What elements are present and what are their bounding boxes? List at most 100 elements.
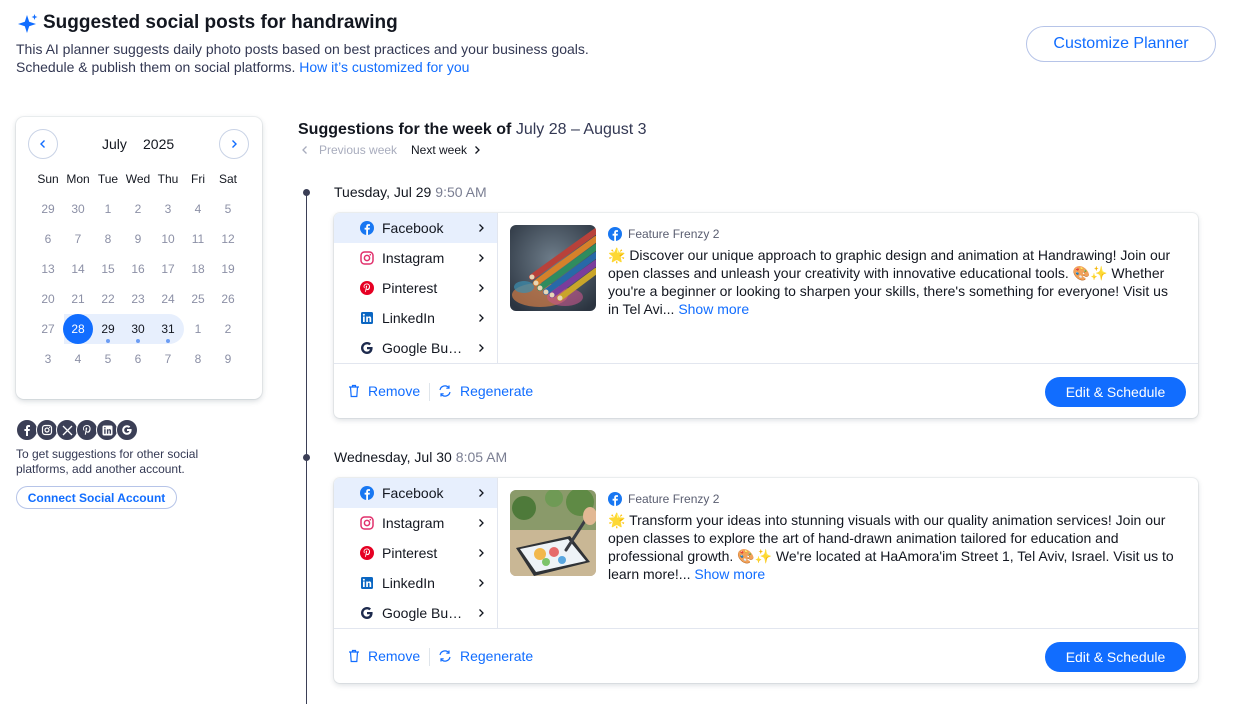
calendar-day[interactable]: 9 bbox=[213, 344, 243, 374]
calendar-day[interactable]: 26 bbox=[213, 284, 243, 314]
chevron-right-icon bbox=[475, 146, 480, 154]
platform-item-linkedin[interactable]: LinkedIn bbox=[334, 303, 497, 333]
post-image-pencils[interactable] bbox=[510, 225, 596, 311]
calendar-day[interactable]: 29 bbox=[93, 314, 123, 344]
calendar-day[interactable]: 3 bbox=[33, 344, 63, 374]
calendar-prev-month-button[interactable] bbox=[28, 129, 58, 159]
calendar-day[interactable]: 17 bbox=[153, 254, 183, 284]
post-account: Feature Frenzy 2 bbox=[608, 227, 719, 241]
edit-schedule-button[interactable]: Edit & Schedule bbox=[1045, 377, 1186, 407]
calendar-day[interactable]: 27 bbox=[33, 314, 63, 344]
calendar-day[interactable]: 13 bbox=[33, 254, 63, 284]
facebook-icon bbox=[16, 419, 38, 441]
calendar-month[interactable]: July bbox=[102, 136, 127, 152]
regenerate-button[interactable]: Regenerate bbox=[438, 383, 533, 399]
post-image-tablet-drawing[interactable] bbox=[510, 490, 596, 576]
calendar-day[interactable]: 8 bbox=[93, 224, 123, 254]
calendar-day[interactable]: 23 bbox=[123, 284, 153, 314]
platform-list: Facebook Instagram Pinterest LinkedIn Go… bbox=[334, 213, 498, 363]
calendar-day[interactable]: 30 bbox=[63, 194, 93, 224]
platform-item-facebook[interactable]: Facebook bbox=[334, 478, 497, 508]
show-more-link[interactable]: Show more bbox=[694, 566, 765, 582]
calendar-day[interactable]: 12 bbox=[213, 224, 243, 254]
chevron-right-icon bbox=[479, 344, 484, 352]
calendar-day[interactable]: 31 bbox=[153, 314, 183, 344]
calendar-day[interactable]: 25 bbox=[183, 284, 213, 314]
calendar-year[interactable]: 2025 bbox=[143, 136, 174, 152]
calendar-day[interactable]: 8 bbox=[183, 344, 213, 374]
calendar-day[interactable]: 4 bbox=[183, 194, 213, 224]
calendar-day[interactable]: 18 bbox=[183, 254, 213, 284]
week-title: Suggestions for the week of July 28 – Au… bbox=[298, 121, 647, 138]
post-card-footer: Remove Regenerate Edit & Schedule bbox=[334, 628, 1198, 683]
post-card-footer: Remove Regenerate Edit & Schedule bbox=[334, 363, 1198, 418]
previous-week-button[interactable]: Previous week bbox=[301, 143, 397, 157]
calendar-day[interactable]: 5 bbox=[213, 194, 243, 224]
weekday-label: Fri bbox=[191, 172, 205, 186]
platform-item-facebook[interactable]: Facebook bbox=[334, 213, 497, 243]
weekday-label: Sun bbox=[37, 172, 59, 186]
facebook-icon bbox=[608, 492, 622, 506]
calendar-day[interactable]: 10 bbox=[153, 224, 183, 254]
calendar-day[interactable]: 14 bbox=[63, 254, 93, 284]
x-icon bbox=[56, 419, 78, 441]
next-week-button[interactable]: Next week bbox=[411, 143, 481, 157]
calendar-day[interactable]: 29 bbox=[33, 194, 63, 224]
calendar-day[interactable]: 11 bbox=[183, 224, 213, 254]
edit-schedule-button[interactable]: Edit & Schedule bbox=[1045, 642, 1186, 672]
platform-item-pinterest[interactable]: Pinterest bbox=[334, 273, 497, 303]
calendar-day[interactable]: 7 bbox=[63, 224, 93, 254]
platform-item-instagram[interactable]: Instagram bbox=[334, 508, 497, 538]
weekday-label: Sat bbox=[218, 172, 237, 186]
post-card: Facebook Instagram Pinterest LinkedIn Go… bbox=[334, 213, 1198, 418]
calendar-day[interactable]: 6 bbox=[33, 224, 63, 254]
platform-item-google-business[interactable]: Google Bu… bbox=[334, 333, 497, 363]
remove-button[interactable]: Remove bbox=[348, 383, 420, 399]
chevron-right-icon bbox=[479, 549, 484, 557]
calendar-day[interactable]: 24 bbox=[153, 284, 183, 314]
calendar-day[interactable]: 19 bbox=[213, 254, 243, 284]
chevron-right-icon bbox=[479, 314, 484, 322]
weekday-label: Thu bbox=[157, 172, 179, 186]
calendar-day[interactable]: 5 bbox=[93, 344, 123, 374]
calendar-day[interactable]: 9 bbox=[123, 224, 153, 254]
show-more-link[interactable]: Show more bbox=[678, 301, 749, 317]
calendar-day[interactable]: 30 bbox=[123, 314, 153, 344]
google-icon bbox=[116, 419, 138, 441]
calendar-day[interactable]: 28 bbox=[63, 314, 93, 344]
post-text: 🌟 Transform your ideas into stunning vis… bbox=[608, 512, 1174, 582]
calendar-day[interactable]: 16 bbox=[123, 254, 153, 284]
calendar-day[interactable]: 15 bbox=[93, 254, 123, 284]
calendar-day[interactable]: 4 bbox=[63, 344, 93, 374]
platform-item-pinterest[interactable]: Pinterest bbox=[334, 538, 497, 568]
weekday-label: Wed bbox=[125, 172, 151, 186]
facebook-icon bbox=[608, 227, 622, 241]
calendar-day[interactable]: 7 bbox=[153, 344, 183, 374]
footer-divider bbox=[429, 648, 430, 666]
linkedin-icon bbox=[96, 419, 118, 441]
how-customized-link[interactable]: How it’s customized for you bbox=[299, 59, 469, 75]
remove-button[interactable]: Remove bbox=[348, 648, 420, 664]
customize-planner-button[interactable]: Customize Planner bbox=[1026, 26, 1216, 62]
calendar-day[interactable]: 21 bbox=[63, 284, 93, 314]
calendar-next-month-button[interactable] bbox=[219, 129, 249, 159]
platform-item-instagram[interactable]: Instagram bbox=[334, 243, 497, 273]
facebook-icon bbox=[360, 486, 374, 500]
calendar-day[interactable]: 2 bbox=[213, 314, 243, 344]
calendar-day[interactable]: 6 bbox=[123, 344, 153, 374]
chevron-left-icon bbox=[302, 146, 307, 154]
calendar-day[interactable]: 22 bbox=[93, 284, 123, 314]
calendar-day[interactable]: 3 bbox=[153, 194, 183, 224]
connect-social-account-button[interactable]: Connect Social Account bbox=[16, 486, 177, 509]
regenerate-button[interactable]: Regenerate bbox=[438, 648, 533, 664]
platform-item-linkedin[interactable]: LinkedIn bbox=[334, 568, 497, 598]
trash-icon bbox=[349, 384, 359, 398]
calendar-day[interactable]: 2 bbox=[123, 194, 153, 224]
platform-item-google-business[interactable]: Google Bu… bbox=[334, 598, 497, 628]
calendar-day[interactable]: 1 bbox=[183, 314, 213, 344]
calendar-day[interactable]: 1 bbox=[93, 194, 123, 224]
chevron-right-icon bbox=[232, 140, 237, 148]
google-icon bbox=[361, 342, 373, 354]
footer-divider bbox=[429, 383, 430, 401]
calendar-day[interactable]: 20 bbox=[33, 284, 63, 314]
